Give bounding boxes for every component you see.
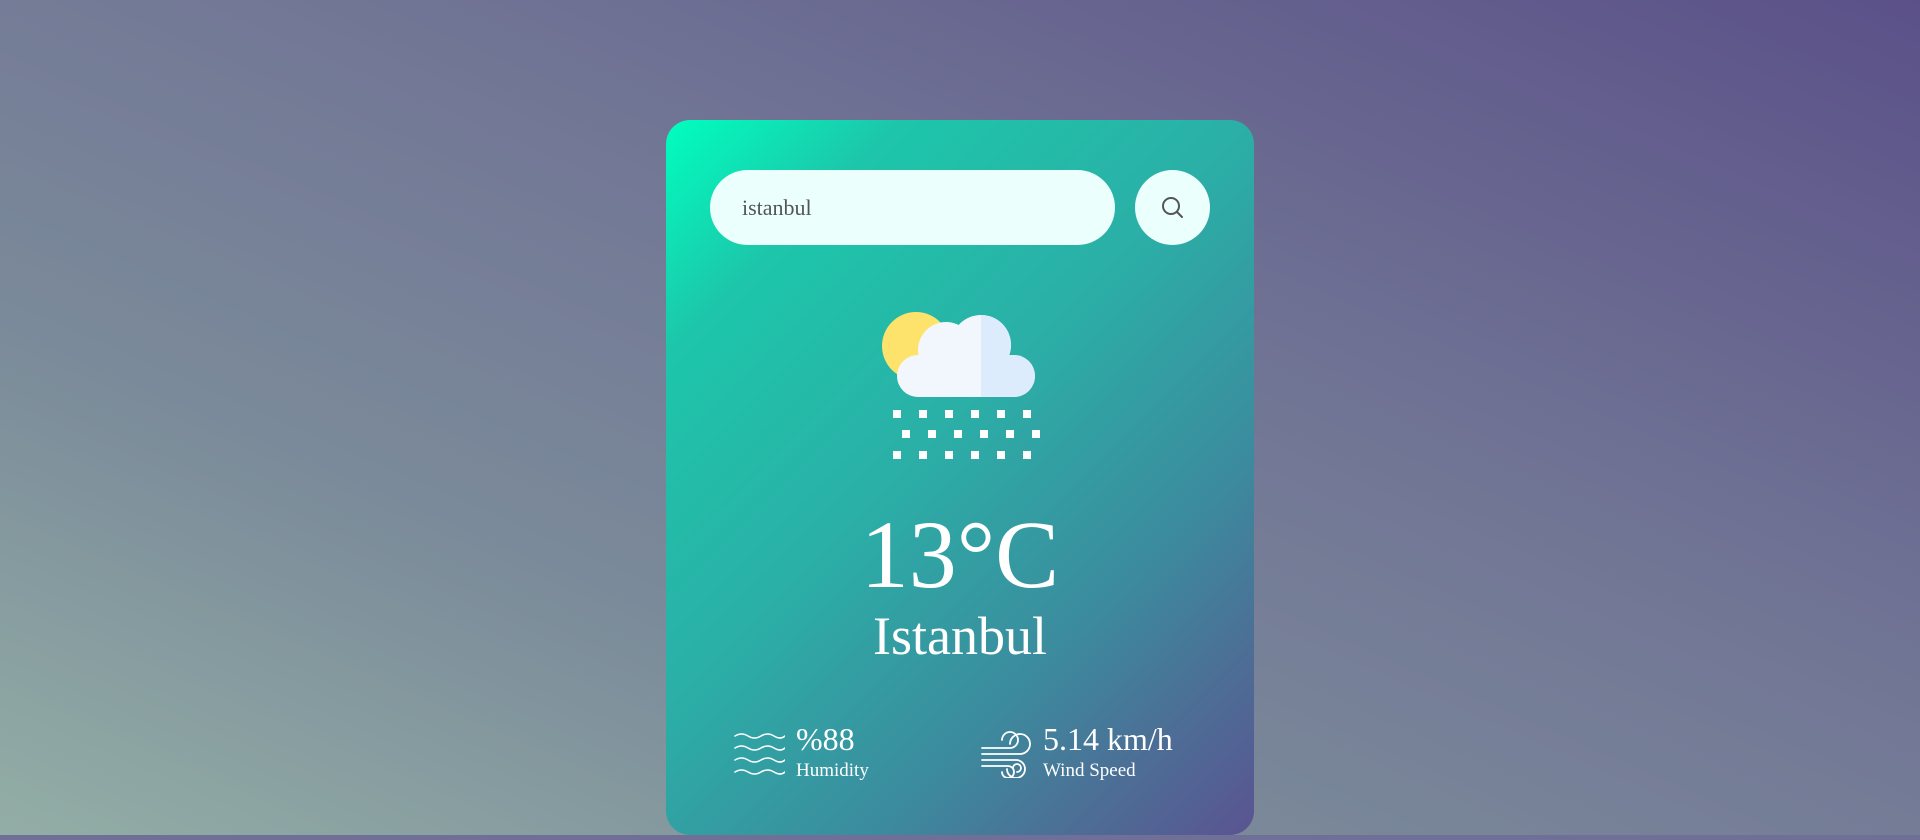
weather-card: 13°C Istanbul %88 Humidity 5.14 km/h Win… — [666, 120, 1254, 835]
search-bar — [710, 170, 1210, 245]
humidity-label: Humidity — [796, 760, 869, 781]
temperature-value: 13°C — [860, 501, 1060, 608]
wind-icon — [981, 731, 1031, 778]
city-search-input[interactable] — [710, 170, 1115, 245]
wind-speed-label: Wind Speed — [1043, 760, 1136, 781]
humidity-value: %88 — [796, 721, 855, 757]
search-button[interactable] — [1135, 170, 1210, 245]
wind-speed-value: 5.14 km/h — [1043, 721, 1173, 757]
city-name: Istanbul — [873, 606, 1047, 666]
partly-cloudy-snow-icon — [882, 312, 1040, 459]
page-bottom-strip — [0, 835, 1920, 840]
humidity-waves-icon — [734, 733, 785, 775]
search-icon — [1161, 196, 1183, 218]
